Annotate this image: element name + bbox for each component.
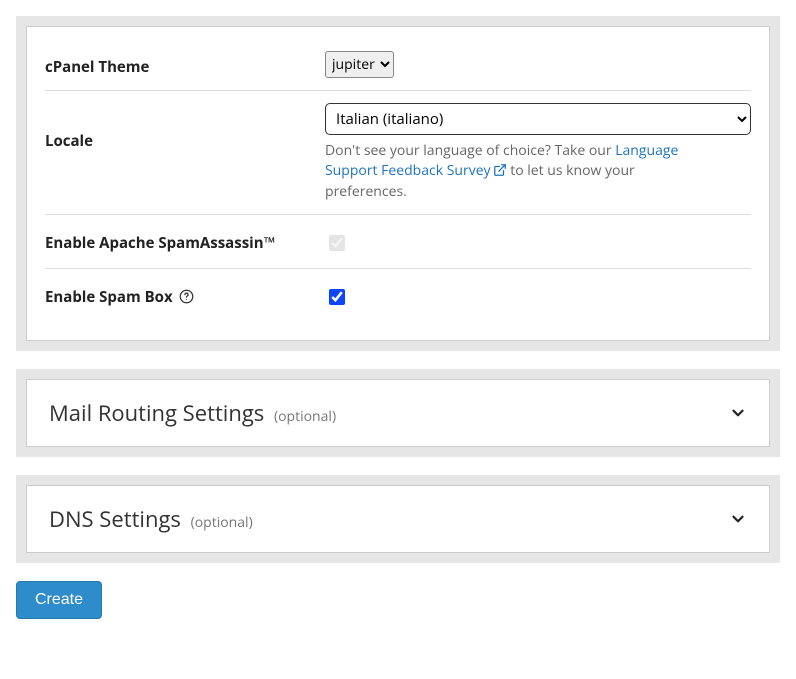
label-spambox-text: Enable Spam Box	[45, 287, 173, 307]
accordion-mail-routing-title: Mail Routing Settings (optional)	[49, 398, 336, 428]
row-spamassassin: Enable Apache SpamAssassin™	[45, 214, 751, 268]
accordion-dns-header[interactable]: DNS Settings (optional)	[26, 485, 770, 553]
accordion-dns-title-text: DNS Settings	[49, 504, 181, 534]
settings-panel: cPanel Theme jupiter Locale Italian (ita…	[16, 16, 780, 351]
accordion-mail-routing-title-text: Mail Routing Settings	[49, 398, 264, 428]
select-locale[interactable]: Italian (italiano)	[325, 103, 751, 135]
control-cpanel-theme: jupiter	[325, 51, 751, 78]
chevron-down-icon	[729, 404, 747, 422]
accordion-dns: DNS Settings (optional)	[16, 475, 780, 563]
checkbox-spambox[interactable]	[329, 289, 345, 305]
create-button[interactable]: Create	[16, 581, 102, 619]
accordion-mail-routing-header[interactable]: Mail Routing Settings (optional)	[26, 379, 770, 447]
accordion-mail-routing: Mail Routing Settings (optional)	[16, 369, 780, 457]
locale-hint: Don't see your language of choice? Take …	[325, 141, 705, 202]
locale-hint-prefix: Don't see your language of choice? Take …	[325, 141, 615, 160]
control-locale: Italian (italiano) Don't see your langua…	[325, 103, 751, 202]
accordion-dns-title: DNS Settings (optional)	[49, 504, 253, 534]
control-spambox	[325, 281, 751, 310]
settings-panel-inner: cPanel Theme jupiter Locale Italian (ita…	[26, 26, 770, 341]
row-locale: Locale Italian (italiano) Don't see your…	[45, 90, 751, 214]
label-locale: Locale	[45, 103, 325, 151]
row-cpanel-theme: cPanel Theme jupiter	[45, 39, 751, 90]
chevron-down-icon	[729, 510, 747, 528]
row-spambox: Enable Spam Box	[45, 268, 751, 322]
accordion-dns-optional: (optional)	[191, 513, 253, 532]
checkbox-spamassassin	[329, 235, 345, 251]
label-spambox: Enable Spam Box	[45, 281, 325, 309]
select-cpanel-theme[interactable]: jupiter	[325, 51, 394, 78]
label-cpanel-theme: cPanel Theme	[45, 51, 325, 77]
accordion-mail-routing-optional: (optional)	[274, 407, 336, 426]
label-spamassassin: Enable Apache SpamAssassin™	[45, 227, 325, 253]
help-icon[interactable]	[179, 289, 194, 309]
control-spamassassin	[325, 227, 751, 256]
external-link-icon	[493, 163, 507, 183]
